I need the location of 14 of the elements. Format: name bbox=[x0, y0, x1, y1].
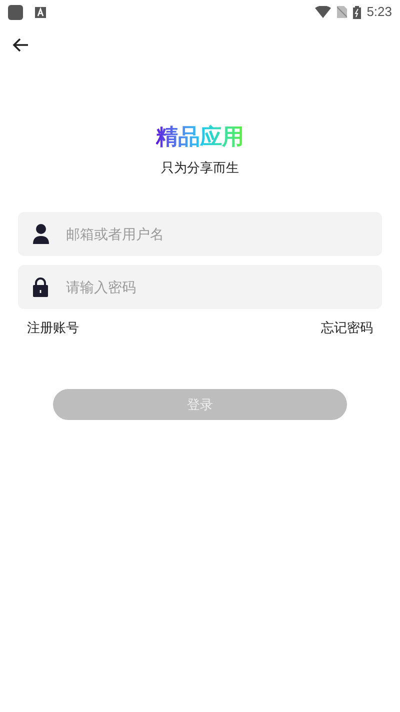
username-field[interactable]: 邮箱或者用户名 bbox=[18, 212, 382, 256]
wifi-icon bbox=[314, 6, 331, 18]
battery-icon bbox=[352, 6, 361, 18]
keyboard-icon bbox=[35, 6, 46, 18]
password-field[interactable]: 请输入密码 bbox=[18, 264, 382, 308]
app-icon bbox=[8, 4, 23, 20]
forgot-password-link[interactable]: 忘记密码 bbox=[321, 318, 373, 337]
register-link[interactable]: 注册账号 bbox=[27, 318, 79, 337]
lock-icon bbox=[33, 276, 48, 296]
back-arrow-icon[interactable] bbox=[12, 38, 28, 52]
no-sim-icon bbox=[336, 6, 347, 18]
person-icon bbox=[33, 224, 49, 244]
status-time: 5:23 bbox=[366, 3, 392, 22]
app-slogan: 只为分享而生 bbox=[161, 159, 239, 177]
